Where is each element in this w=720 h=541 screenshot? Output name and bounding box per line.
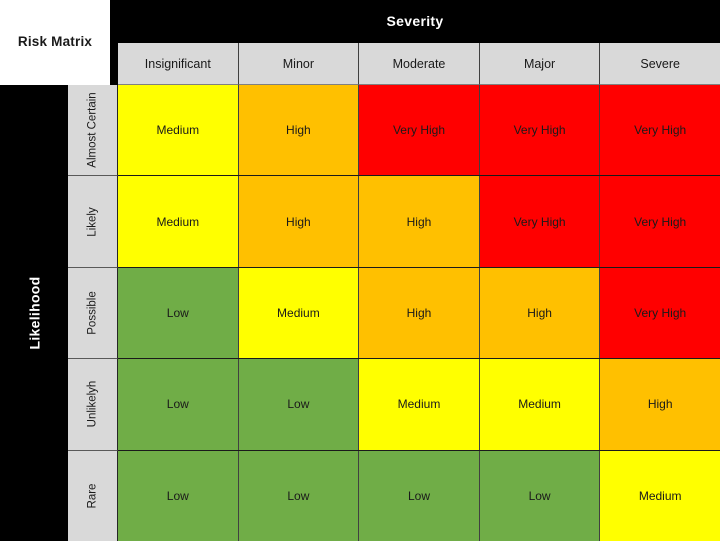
- risk-cell: Medium: [600, 450, 720, 541]
- risk-cell: High: [479, 267, 601, 359]
- risk-cell: Low: [118, 267, 239, 359]
- severity-header-moderate: Moderate: [359, 43, 480, 85]
- header-gutter: [110, 43, 118, 85]
- risk-cell: Low: [118, 450, 239, 541]
- risk-cell: Low: [238, 359, 360, 450]
- risk-cell: High: [359, 267, 480, 359]
- likelihood-axis-banner: Likelihood: [0, 85, 68, 541]
- risk-cell: Low: [359, 450, 480, 541]
- risk-cell: Low: [238, 450, 360, 541]
- likelihood-header-column: Almost Certain Likely Possible Unlikelyh…: [68, 85, 118, 541]
- likelihood-label-text: Almost Certain: [86, 92, 99, 168]
- risk-cell: Very High: [600, 176, 720, 267]
- likelihood-header-almost-certain: Almost Certain: [68, 85, 118, 177]
- risk-cell: High: [238, 176, 360, 267]
- likelihood-label-text: Possible: [86, 291, 99, 335]
- risk-cell: Low: [118, 359, 239, 450]
- risk-cell: Medium: [238, 267, 360, 359]
- risk-cell-grid: Medium High Very High Very High Very Hig…: [118, 85, 720, 541]
- severity-header-insignificant: Insignificant: [118, 43, 239, 85]
- likelihood-header-likely: Likely: [68, 176, 118, 268]
- likelihood-header-possible: Possible: [68, 267, 118, 360]
- risk-cell: Low: [479, 450, 601, 541]
- severity-header-minor: Minor: [238, 43, 360, 85]
- risk-cell: Medium: [118, 85, 239, 176]
- likelihood-label-text: Likely: [86, 206, 99, 237]
- matrix-row: Medium High Very High Very High Very Hig…: [118, 85, 720, 177]
- page-title: Risk Matrix: [17, 34, 93, 50]
- severity-header-major: Major: [479, 43, 601, 85]
- risk-cell: Very High: [359, 85, 480, 176]
- matrix-row: Medium High High Very High Very High: [118, 176, 720, 268]
- severity-header-row: Insignificant Minor Moderate Major Sever…: [110, 41, 720, 85]
- likelihood-header-rare: Rare: [68, 450, 118, 541]
- risk-cell: High: [359, 176, 480, 267]
- matrix-title-box: Risk Matrix: [0, 0, 110, 85]
- severity-header-severe: Severe: [600, 43, 720, 85]
- risk-cell: Very High: [479, 85, 601, 176]
- risk-matrix: Risk Matrix Severity Insignificant Minor…: [0, 0, 720, 541]
- risk-cell: High: [600, 359, 720, 450]
- likelihood-axis-label: Likelihood: [26, 276, 42, 350]
- risk-cell: Medium: [118, 176, 239, 267]
- likelihood-label-text: Unlikelyh: [86, 381, 99, 428]
- matrix-row: Low Low Medium Medium High: [118, 359, 720, 451]
- risk-cell: Very High: [479, 176, 601, 267]
- risk-cell: High: [238, 85, 360, 176]
- risk-cell: Medium: [359, 359, 480, 450]
- risk-cell: Very High: [600, 85, 720, 176]
- likelihood-header-unlikely: Unlikelyh: [68, 359, 118, 451]
- severity-axis-label: Severity: [386, 12, 444, 29]
- matrix-row: Low Medium High High Very High: [118, 267, 720, 360]
- matrix-row: Low Low Low Low Medium: [118, 450, 720, 541]
- likelihood-label-text: Rare: [86, 483, 99, 509]
- risk-cell: Very High: [600, 267, 720, 359]
- severity-axis-banner: Severity: [110, 0, 720, 41]
- risk-cell: Medium: [479, 359, 601, 450]
